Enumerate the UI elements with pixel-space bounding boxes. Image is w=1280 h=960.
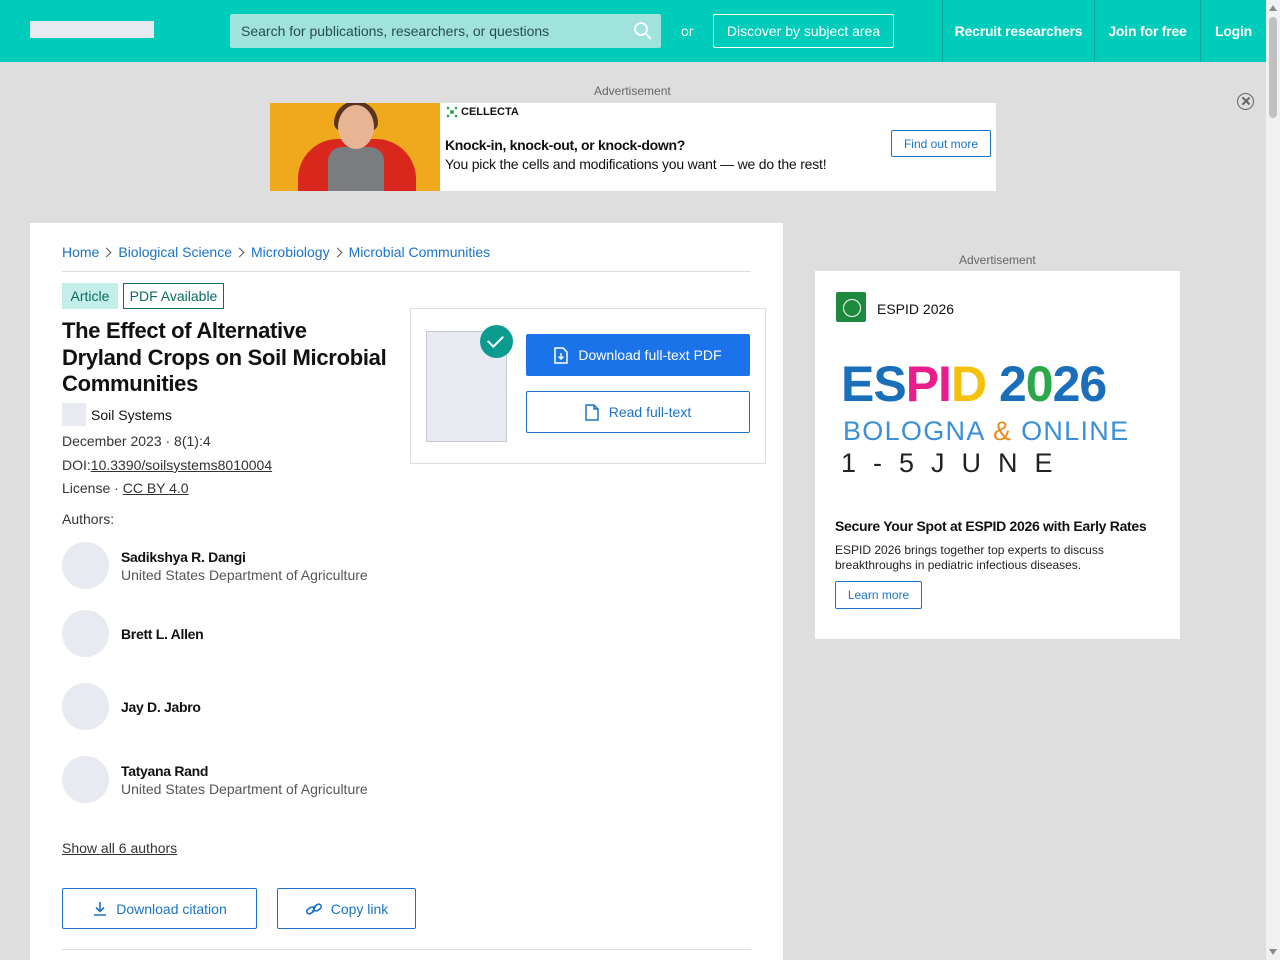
license-prefix: License · [62,480,123,496]
article-card: Home Biological Science Microbiology Mic… [30,223,783,960]
breadcrumb: Home Biological Science Microbiology Mic… [62,244,490,260]
close-ad-icon[interactable] [1237,93,1254,110]
espid-location: BOLOGNA & ONLINE [843,416,1130,446]
learn-more-button[interactable]: Learn more [835,581,922,609]
read-full-text-button[interactable]: Read full-text [526,391,750,433]
author-affiliation: United States Department of Agriculture [121,567,368,583]
side-ad-headline: Secure Your Spot at ESPID 2026 with Earl… [835,518,1147,534]
espid-2026-banner: ESPID 2026 [841,356,1107,412]
cellecta-brand: CELLECTA [446,106,519,118]
scroll-up-arrow-icon[interactable] [1269,5,1277,11]
espid-brand-name: ESPID 2026 [877,301,955,317]
recruit-researchers-link[interactable]: Recruit researchers [942,0,1094,62]
avatar[interactable] [62,683,109,730]
ad-photo [270,103,440,191]
side-ad-body: ESPID 2026 brings together top experts t… [835,543,1104,572]
scrollbar-thumb[interactable] [1269,17,1277,118]
login-link[interactable]: Login [1200,0,1266,62]
site-logo[interactable] [30,21,154,38]
link-icon [305,902,322,915]
license-line: License · CC BY 4.0 [62,480,189,496]
journal-name[interactable]: Soil Systems [91,407,172,423]
download-full-text-pdf-button[interactable]: Download full-text PDF [526,334,750,376]
espid-dates: 1-5JUNE [841,448,1070,478]
download-icon [94,901,107,916]
journal-logo [62,403,86,426]
discover-by-subject-button[interactable]: Discover by subject area [713,14,894,48]
copy-link-button[interactable]: Copy link [277,888,416,929]
top-ad-headline: Knock-in, knock-out, or knock-down? [445,137,685,153]
read-full-text-label: Read full-text [608,404,692,420]
avatar[interactable] [62,610,109,657]
copy-link-label: Copy link [330,900,389,917]
search-icon[interactable] [633,21,653,41]
show-all-authors-link[interactable]: Show all 6 authors [62,840,177,856]
search-input[interactable] [230,14,661,48]
pdf-file-icon [554,346,569,364]
espid-logo-icon [836,292,866,322]
breadcrumb-divider [62,271,751,272]
section-divider [62,949,751,950]
cellecta-name: CELLECTA [461,106,519,118]
pdf-available-badge: PDF Available [123,283,224,309]
top-ad-label: Advertisement [594,84,671,98]
author-name[interactable]: Tatyana Rand [121,763,208,779]
publication-date: December 2023 · 8(1):4 [62,433,211,449]
author-name[interactable]: Brett L. Allen [121,626,204,642]
breadcrumb-microbiology[interactable]: Microbiology [251,244,330,260]
search-box[interactable] [230,14,661,48]
scroll-down-arrow-icon[interactable] [1269,949,1277,955]
join-for-free-link[interactable]: Join for free [1094,0,1200,62]
page-scrollbar[interactable] [1266,0,1280,960]
doi-link[interactable]: 10.3390/soilsystems8010004 [91,457,272,473]
check-icon [480,325,513,358]
side-ad-label: Advertisement [959,253,1036,267]
author-name[interactable]: Jay D. Jabro [121,699,201,715]
breadcrumb-biological-science[interactable]: Biological Science [118,244,232,260]
pdf-panel: Download full-text PDF Read full-text [410,308,766,464]
top-navigation-bar: or Discover by subject area Recruit rese… [0,0,1266,62]
doi-prefix: DOI: [62,457,91,473]
document-icon [585,403,599,421]
chevron-right-icon [332,247,343,257]
chevron-right-icon [234,247,245,257]
authors-heading: Authors: [62,511,115,527]
breadcrumb-home[interactable]: Home [62,244,99,260]
find-out-more-button[interactable]: Find out more [891,130,991,157]
license-link[interactable]: CC BY 4.0 [123,480,189,496]
breadcrumb-microbial-communities[interactable]: Microbial Communities [349,244,491,260]
author-name[interactable]: Sadikshya R. Dangi [121,549,246,565]
cellecta-logo-icon [446,106,458,118]
chevron-right-icon [101,247,112,257]
top-advertisement[interactable]: CELLECTA Knock-in, knock-out, or knock-d… [270,103,996,191]
doi-line: DOI:10.3390/soilsystems8010004 [62,457,272,473]
download-citation-button[interactable]: Download citation [62,888,257,929]
top-ad-subline: You pick the cells and modifications you… [445,156,827,172]
download-citation-label: Download citation [116,900,227,917]
download-pdf-label: Download full-text PDF [578,347,722,363]
article-type-badge: Article [62,283,118,309]
or-separator: or [681,23,694,39]
side-advertisement[interactable]: ESPID 2026 ESPID 2026 BOLOGNA & ONLINE 1… [815,271,1180,639]
author-affiliation: United States Department of Agriculture [121,781,368,797]
article-title: The Effect of Alternative Dryland Crops … [62,318,387,396]
avatar[interactable] [62,542,109,589]
avatar[interactable] [62,756,109,803]
